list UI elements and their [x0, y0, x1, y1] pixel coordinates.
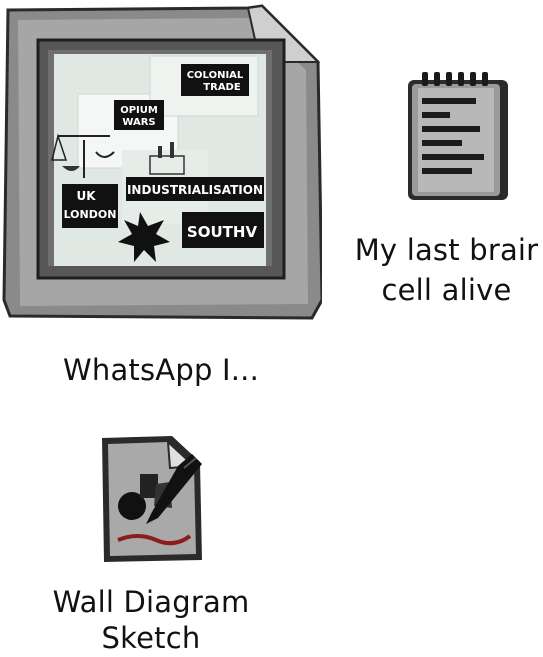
photo-thumbnail: COLONIAL TRADE OPIUM WARS INDUSTRIALISAT… — [2, 4, 324, 320]
notepad-label-line1: My last brair — [354, 233, 539, 267]
drawing-file-graphic — [102, 436, 202, 562]
whatsapp-image-icon[interactable]: COLONIAL TRADE OPIUM WARS INDUSTRIALISAT… — [0, 0, 324, 322]
notepad-label-line2: cell alive — [381, 273, 512, 307]
whatsapp-image-label[interactable]: WhatsApp I... — [36, 350, 286, 390]
svg-text:INDUSTRIALISATION: INDUSTRIALISATION — [127, 183, 263, 197]
notepad-icon[interactable] — [404, 72, 514, 204]
svg-text:COLONIAL: COLONIAL — [187, 70, 244, 81]
drawing-label-line1: Wall Diagram — [52, 585, 250, 619]
notepad-label[interactable]: My last brair cell alive — [350, 230, 543, 310]
svg-text:OPIUM: OPIUM — [120, 105, 158, 116]
notepad-graphic — [408, 72, 508, 200]
svg-text:SOUTHV: SOUTHV — [187, 223, 258, 241]
svg-text:UK: UK — [76, 189, 96, 203]
drawing-file-label[interactable]: Wall Diagram Sketch — [20, 584, 282, 656]
svg-text:TRADE: TRADE — [203, 82, 241, 93]
drawing-label-line2: Sketch — [101, 621, 201, 655]
drawing-file-icon[interactable] — [98, 432, 226, 567]
svg-text:LONDON: LONDON — [64, 208, 117, 221]
svg-text:WARS: WARS — [122, 117, 155, 128]
